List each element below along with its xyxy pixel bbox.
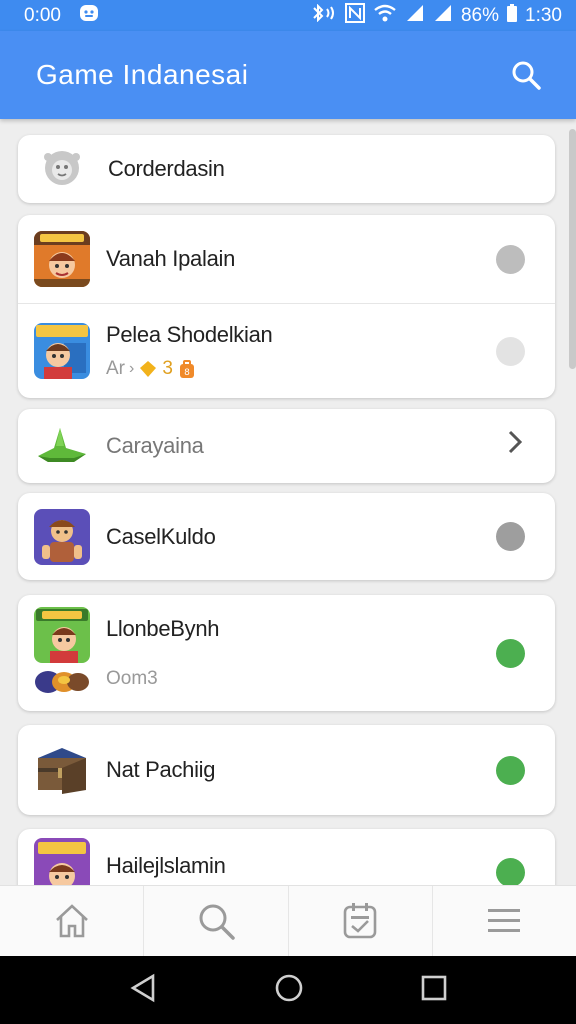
game-list: Corderdasin Vanah Ipalain Pelea Shodelki…: [0, 119, 576, 885]
calendar-icon: [343, 903, 377, 939]
bag-icon: 8: [179, 360, 194, 378]
nav-calendar[interactable]: [287, 886, 432, 956]
list-item[interactable]: Corderdasin: [18, 135, 555, 203]
item-label: Corderdasin: [108, 156, 225, 181]
bluetooth-icon: [311, 3, 337, 28]
list-item[interactable]: Hailejlslamin: [18, 829, 555, 885]
signal-icon: [405, 4, 425, 28]
list-item[interactable]: Pelea Shodelkian Ar › 3 8: [18, 303, 555, 398]
nav-home[interactable]: [0, 886, 143, 956]
battery-percent: 86%: [460, 4, 500, 26]
game-thumbnail: [34, 606, 90, 663]
chevron-right-icon: [507, 429, 523, 463]
wifi-icon: [373, 4, 397, 28]
list-item[interactable]: Carayaina: [18, 409, 555, 483]
status-dot: [496, 755, 525, 785]
search-icon: [199, 904, 235, 940]
signal-full-icon: [433, 4, 453, 28]
system-nav-bar: [0, 956, 576, 1024]
list-item[interactable]: LlonbeBynh Oom3: [18, 595, 555, 711]
leaf-icon: [34, 422, 90, 471]
game-thumbnail: [34, 231, 90, 287]
home-button[interactable]: [274, 973, 304, 1008]
game-thumbnail: [34, 742, 90, 798]
nav-search[interactable]: [143, 886, 287, 956]
status-dot: [496, 244, 525, 274]
recents-button[interactable]: [421, 975, 447, 1006]
coins-icon: [34, 669, 90, 700]
item-label: Hailejlslamin: [106, 853, 226, 878]
item-subtitle: Oom3: [106, 668, 158, 689]
square-recents-icon: [422, 975, 447, 1000]
face-icon: [42, 147, 82, 192]
menu-icon: [488, 909, 521, 932]
scrollbar[interactable]: [569, 129, 576, 369]
app-title: Game Indanesai: [36, 59, 249, 90]
diamond-icon: [140, 361, 157, 377]
search-button[interactable]: [508, 57, 544, 93]
chevron-right-icon: ›: [129, 360, 135, 377]
item-label: Carayaina: [106, 433, 204, 458]
home-icon: [55, 904, 88, 938]
nav-menu[interactable]: [431, 886, 576, 956]
circle-home-icon: [275, 974, 303, 1001]
status-dot: [496, 336, 525, 366]
item-label: LlonbeBynh: [106, 616, 220, 641]
list-item[interactable]: CaselKuldo: [18, 493, 555, 580]
status-dot: [496, 638, 525, 668]
item-subtitle: Ar › 3 8: [106, 358, 272, 380]
list-item[interactable]: Vanah Ipalain: [18, 215, 555, 303]
item-label: Vanah Ipalain: [106, 246, 236, 271]
back-icon: [130, 973, 154, 1002]
list-group: Vanah Ipalain Pelea Shodelkian Ar › 3 8: [18, 215, 555, 398]
list-item[interactable]: Nat Pachiig: [18, 725, 555, 815]
search-icon: [512, 61, 541, 90]
item-label: Nat Pachiig: [106, 757, 216, 782]
battery-icon: [507, 3, 518, 28]
app-bar: Game Indanesai: [0, 31, 576, 119]
bottom-nav: [0, 885, 576, 956]
status-dot: [496, 522, 525, 551]
item-label: Pelea Shodelkian: [106, 322, 273, 347]
status-bar: 0:00 86% 1:30: [0, 0, 576, 31]
status-time: 0:00: [24, 4, 61, 26]
back-button[interactable]: [129, 973, 157, 1008]
game-thumbnail: [34, 508, 90, 565]
item-label: CaselKuldo: [106, 523, 216, 549]
svg-text:8: 8: [184, 368, 190, 378]
game-thumbnail: [34, 323, 90, 379]
status-dot: [496, 858, 525, 885]
game-thumbnail: [34, 838, 90, 885]
notification-icon: [79, 4, 99, 28]
status-clock: 1:30: [525, 4, 562, 26]
nfc-icon: [344, 2, 365, 29]
